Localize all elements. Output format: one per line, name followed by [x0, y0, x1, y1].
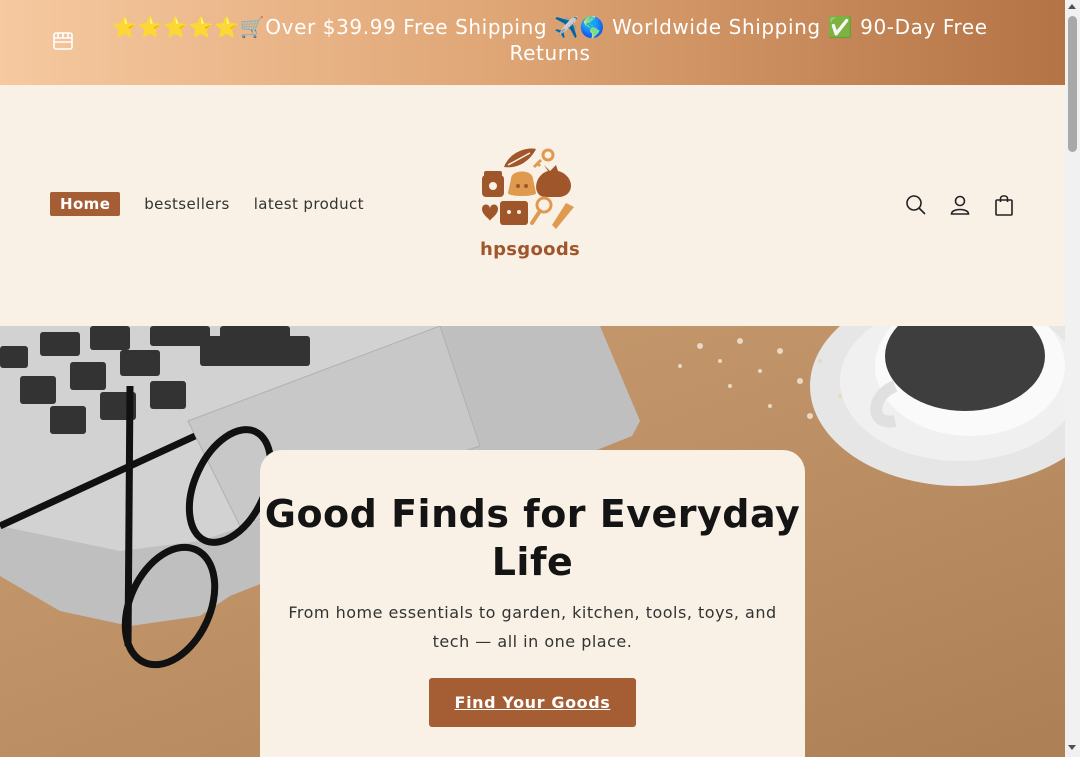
hero-card: Good Finds for Everyday Life From home e…: [260, 450, 805, 757]
hero-heading: Good Finds for Everyday Life: [264, 492, 801, 584]
brand-logo-icon: [482, 148, 574, 229]
site-header: Home bestsellers latest product hpsgoods: [0, 85, 1065, 326]
account-icon[interactable]: [948, 193, 972, 217]
scroll-up-arrow-icon[interactable]: [1068, 4, 1076, 9]
scroll-down-arrow-icon[interactable]: [1068, 745, 1076, 750]
cart-icon[interactable]: [992, 193, 1016, 217]
hero-banner: Good Finds for Everyday Life From home e…: [0, 326, 1065, 757]
brand-logo[interactable]: hpsgoods: [478, 145, 582, 263]
search-icon[interactable]: [904, 193, 928, 217]
hero-subheading: From home essentials to garden, kitchen,…: [288, 603, 777, 651]
nav-item-home[interactable]: Home: [50, 192, 121, 216]
announcement-text: ⭐⭐⭐⭐⭐🛒Over $39.99 Free Shipping ✈️🌎 Worl…: [112, 15, 988, 65]
main-nav: Home bestsellers latest product: [50, 192, 364, 216]
page-scrollbar[interactable]: [1065, 0, 1080, 757]
brand-name: hpsgoods: [479, 239, 581, 260]
header-icons: [904, 193, 1016, 217]
nav-item-latest-product[interactable]: latest product: [254, 195, 364, 213]
nav-item-bestsellers[interactable]: bestsellers: [144, 195, 229, 213]
find-your-goods-button[interactable]: Find Your Goods: [429, 678, 636, 727]
store-icon: [53, 32, 73, 50]
announcement-bar: ⭐⭐⭐⭐⭐🛒Over $39.99 Free Shipping ✈️🌎 Worl…: [0, 0, 1065, 85]
scrollbar-thumb[interactable]: [1068, 16, 1077, 152]
